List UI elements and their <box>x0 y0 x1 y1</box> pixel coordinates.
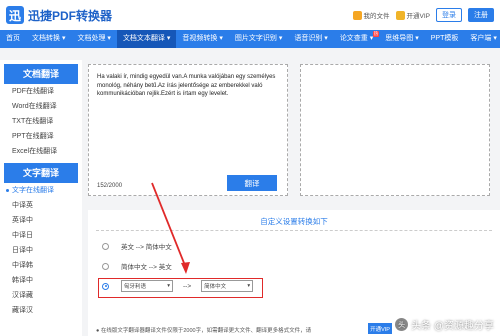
watermark-text: 头条 @资源趣分享 <box>411 321 494 332</box>
watermark: 头 头条 @资源趣分享 <box>395 317 494 332</box>
annotation-arrow <box>151 182 190 274</box>
watermark-icon: 头 <box>395 318 409 331</box>
